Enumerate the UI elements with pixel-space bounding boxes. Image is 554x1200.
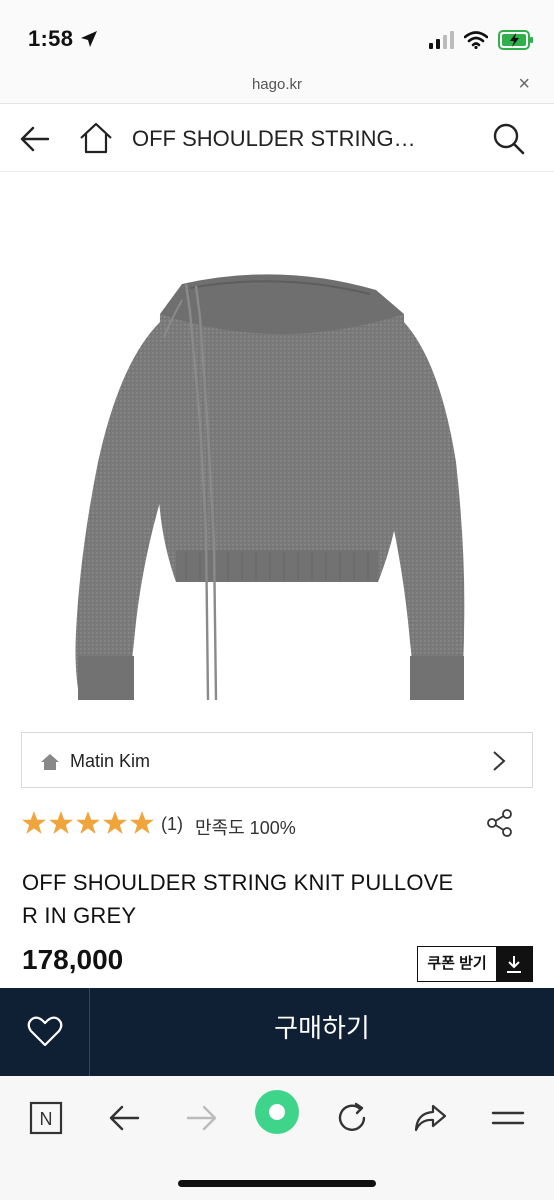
buy-bar: 구매하기 — [0, 988, 554, 1076]
status-indicators — [428, 30, 534, 55]
star-icon — [103, 811, 127, 834]
n-label: N — [40, 1109, 53, 1129]
status-time: 1:58 — [28, 26, 74, 51]
review-count[interactable]: (1) — [161, 814, 183, 835]
coupon-button[interactable]: 쿠폰 받기 — [417, 946, 533, 982]
home-indicator — [178, 1180, 376, 1187]
wifi-icon — [463, 31, 489, 54]
share-icon[interactable] — [485, 808, 515, 838]
brand-name: Matin Kim — [70, 751, 151, 771]
signal-icon — [428, 31, 454, 54]
naver-n-button[interactable]: N — [24, 1096, 68, 1140]
satisfaction-rate: 만족도 100% — [195, 818, 296, 838]
battery-charging-icon — [498, 30, 534, 55]
coupon-label: 쿠폰 받기 — [427, 955, 487, 972]
green-dot-button[interactable] — [253, 1088, 301, 1136]
browser-back-icon[interactable] — [102, 1096, 146, 1140]
star-icon — [49, 811, 73, 834]
home-icon — [40, 753, 60, 776]
buy-button[interactable]: 구매하기 — [90, 988, 554, 1076]
product-image[interactable] — [0, 172, 554, 724]
status-bar: 1:58 — [0, 0, 554, 66]
menu-icon[interactable] — [486, 1096, 530, 1140]
product-name: OFF SHOULDER STRING KNIT PULLOVER IN GRE… — [22, 870, 454, 928]
star-icon — [76, 811, 100, 834]
back-arrow-icon[interactable] — [18, 122, 52, 156]
star-icon — [130, 811, 154, 834]
close-icon[interactable]: × — [518, 74, 530, 94]
chevron-right-icon — [492, 750, 506, 777]
rating-row: (1) 만족도 100% — [21, 808, 533, 842]
wishlist-button[interactable] — [0, 988, 90, 1076]
star-icon — [22, 811, 46, 834]
refresh-icon[interactable] — [330, 1096, 374, 1140]
heart-icon — [27, 1016, 62, 1047]
share-arrow-icon[interactable] — [408, 1096, 452, 1140]
home-icon[interactable] — [78, 120, 114, 156]
page-title: OFF SHOULDER STRING… — [132, 126, 416, 151]
product-price: 178,000 — [22, 944, 124, 975]
browser-forward-icon[interactable] — [180, 1096, 224, 1140]
location-arrow-icon — [80, 30, 98, 53]
url-domain[interactable]: hago.kr — [0, 76, 554, 93]
download-icon — [496, 947, 532, 981]
rating-stars — [21, 810, 155, 836]
url-bar[interactable]: hago.kr × — [0, 66, 554, 104]
search-icon[interactable] — [492, 122, 526, 156]
page-header: OFF SHOULDER STRING… — [0, 104, 554, 172]
brand-row[interactable]: Matin Kim — [21, 732, 533, 788]
